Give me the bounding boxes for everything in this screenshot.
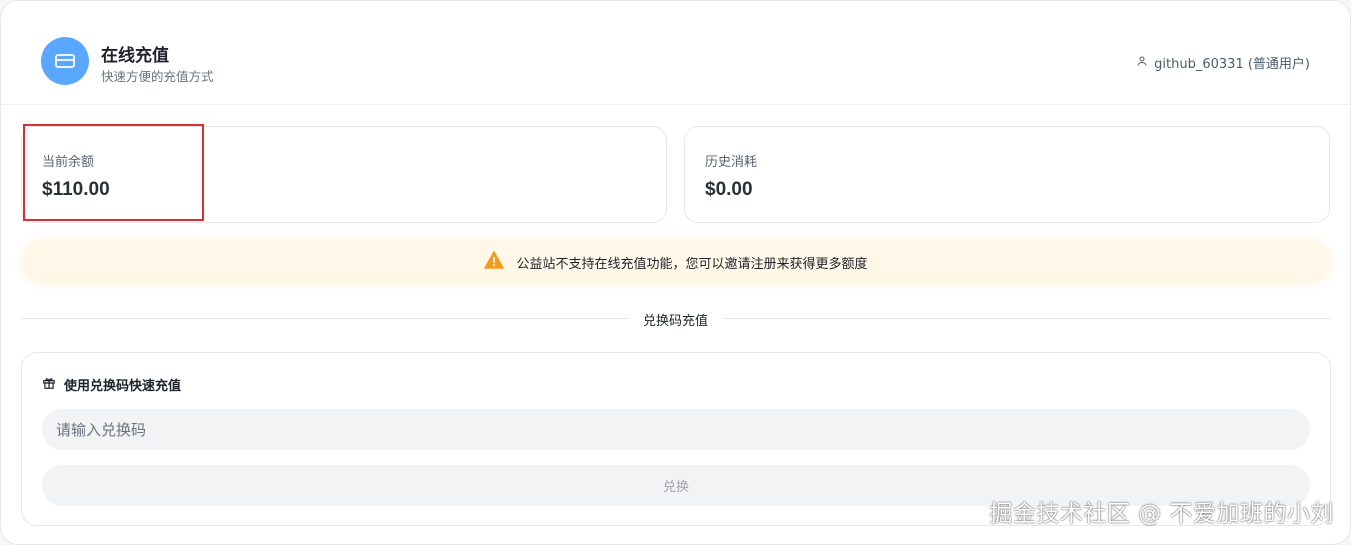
warning-icon bbox=[484, 251, 505, 273]
page-header: 在线充值 快速方便的充值方式 github_60331 (普通用户) bbox=[1, 1, 1350, 105]
history-value: $0.00 bbox=[705, 179, 753, 200]
redeem-title: 使用兑换码快速充值 bbox=[42, 375, 181, 394]
balance-highlight-box bbox=[23, 124, 204, 221]
history-card: 历史消耗 $0.00 bbox=[684, 126, 1330, 223]
notice-banner: 公益站不支持在线充值功能，您可以邀请注册来获得更多额度 bbox=[21, 240, 1331, 284]
history-label: 历史消耗 bbox=[705, 155, 758, 170]
page-subtitle: 快速方便的充值方式 bbox=[101, 69, 214, 84]
redeem-title-text: 使用兑换码快速充值 bbox=[64, 379, 182, 394]
gift-icon bbox=[42, 376, 56, 394]
user-info[interactable]: github_60331 (普通用户) bbox=[1136, 53, 1310, 72]
divider-label: 兑换码充值 bbox=[628, 310, 723, 329]
page-title: 在线充值 bbox=[101, 46, 169, 66]
notice-text: 公益站不支持在线充值功能，您可以邀请注册来获得更多额度 bbox=[516, 256, 868, 272]
user-label: github_60331 (普通用户) bbox=[1154, 57, 1310, 72]
redeem-code-input[interactable] bbox=[42, 409, 1310, 450]
recharge-page: 在线充值 快速方便的充值方式 github_60331 (普通用户) 当前余额 … bbox=[0, 0, 1351, 545]
user-icon bbox=[1136, 55, 1148, 71]
credit-card-icon bbox=[41, 37, 89, 85]
watermark: 掘金技术社区 @ 不爱加班的小刘 bbox=[989, 501, 1334, 527]
